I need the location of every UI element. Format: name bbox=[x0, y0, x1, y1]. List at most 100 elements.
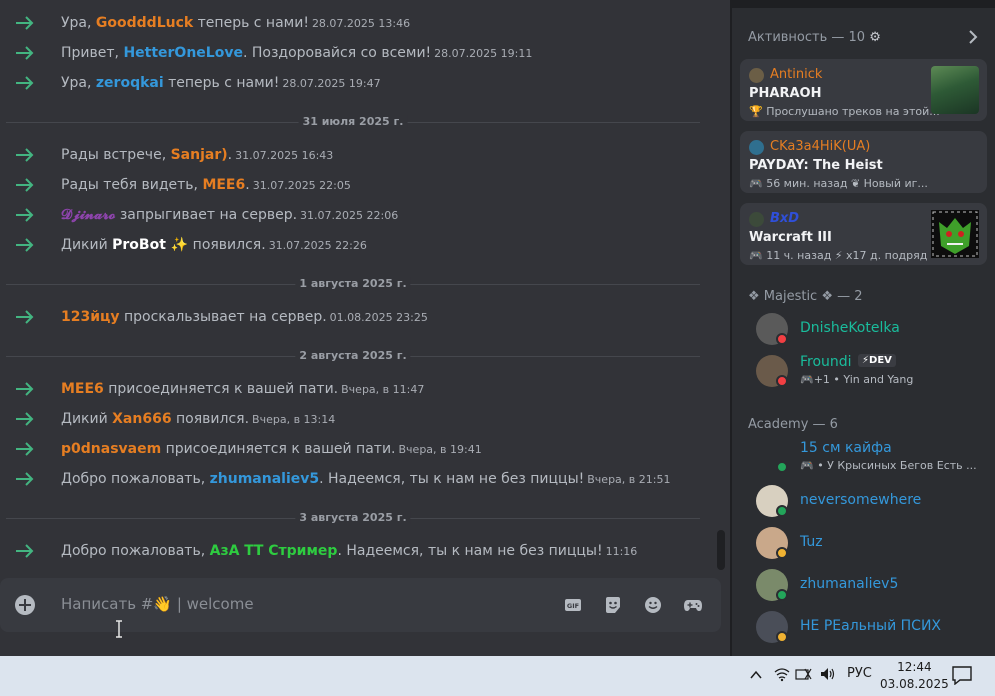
message-row[interactable]: Добро пожаловать, zhumanaliev5. Надеемся… bbox=[0, 468, 710, 490]
message-timestamp[interactable]: Вчера, в 21:51 bbox=[587, 473, 670, 486]
member-name[interactable]: Tuz bbox=[800, 534, 823, 550]
message-row[interactable]: Дикий ProBot ✨ появился. 31.07.2025 22:26 bbox=[0, 234, 710, 256]
join-arrow-icon bbox=[14, 175, 36, 195]
message-timestamp[interactable]: Вчера, в 19:41 bbox=[399, 443, 482, 456]
member-group-label: Academy — 6 bbox=[748, 417, 838, 432]
gamepad-icon[interactable] bbox=[683, 595, 703, 615]
message-row[interactable]: p0dnasvaem присоединяется к вашей пати. В… bbox=[0, 438, 710, 460]
message-username[interactable]: zhumanaliev5 bbox=[210, 471, 320, 487]
member-name[interactable]: Froundi bbox=[800, 354, 852, 370]
sticker-icon[interactable] bbox=[603, 595, 623, 615]
message-username[interactable]: GoodddLuck bbox=[96, 15, 193, 31]
activity-username[interactable]: BxD bbox=[770, 211, 799, 226]
message-timestamp[interactable]: 31.07.2025 22:06 bbox=[300, 209, 398, 222]
member-item[interactable]: 15 см кайфа 🎮 • У Крысиных Бегов Есть ... bbox=[732, 437, 995, 477]
notifications-icon[interactable] bbox=[951, 665, 973, 689]
activity-card[interactable]: CKa3a4HiK(UA) PAYDAY: The Heist 🎮 56 мин. … bbox=[740, 131, 987, 193]
member-item[interactable]: zhumanaliev5 bbox=[732, 565, 995, 605]
member-sidebar: Активность — 10 ⚙ Antinick PHARAOH 🏆 Просл… bbox=[731, 0, 995, 656]
message-username[interactable]: HetterOneLove bbox=[123, 45, 243, 61]
member-name[interactable]: neversomewhere bbox=[800, 492, 921, 508]
message-timestamp[interactable]: 31.07.2025 16:43 bbox=[235, 149, 333, 162]
member-item[interactable]: DnisheKotelka bbox=[732, 309, 995, 349]
activity-game: PHARAOH bbox=[749, 86, 822, 101]
chat-scrollbar[interactable] bbox=[717, 530, 725, 570]
join-arrow-icon bbox=[14, 307, 36, 327]
input-language[interactable]: РУС bbox=[847, 666, 872, 681]
activity-username[interactable]: CKa3a4HiK(UA) bbox=[770, 139, 870, 154]
message-username[interactable]: MEE6 bbox=[61, 381, 104, 397]
attach-plus-icon[interactable] bbox=[15, 595, 35, 615]
message-username[interactable]: Xan666 bbox=[112, 411, 171, 427]
message-username[interactable]: zeroqkai bbox=[96, 75, 164, 91]
member-name[interactable]: DnisheKotelka bbox=[800, 320, 900, 336]
activity-header[interactable]: Активность — 10 ⚙ bbox=[748, 30, 881, 45]
message-text: Ура, GoodddLuck теперь с нами! 28.07.2025… bbox=[61, 15, 410, 31]
gif-icon[interactable]: GIF bbox=[563, 595, 583, 615]
message-timestamp[interactable]: 11:16 bbox=[606, 545, 638, 558]
activity-thumbnail bbox=[931, 66, 979, 114]
member-name[interactable]: 15 см кайфа bbox=[800, 440, 892, 456]
message-username[interactable]: 123йцу bbox=[61, 309, 120, 325]
gear-icon[interactable]: ⚙ bbox=[869, 30, 881, 45]
message-username[interactable]: MEE6 bbox=[202, 177, 245, 193]
message-row[interactable]: MEE6 присоединяется к вашей пати. Вчера, … bbox=[0, 378, 710, 400]
message-composer[interactable]: Написать #👋 | welcome GIF bbox=[0, 578, 721, 632]
message-row[interactable]: Привет, HetterOneLove. Поздоровайся со в… bbox=[0, 42, 710, 64]
member-item[interactable]: НЕ РЕальный ПСИХ bbox=[732, 607, 995, 647]
join-arrow-icon bbox=[14, 469, 36, 489]
chevron-up-icon[interactable] bbox=[749, 668, 763, 686]
message-username[interactable]: Sanjar) bbox=[171, 147, 228, 163]
message-row[interactable]: Ура, GoodddLuck теперь с нами! 28.07.2025… bbox=[0, 12, 710, 34]
volume-icon[interactable] bbox=[819, 666, 837, 686]
message-suffix: . Надеемся, ты к нам не без пиццы! bbox=[319, 471, 585, 487]
message-username[interactable]: p0dnasvaem bbox=[61, 441, 161, 457]
message-username[interactable]: АзА ТТ Стример bbox=[210, 543, 338, 559]
message-username[interactable]: ProBot ✨ bbox=[112, 237, 188, 253]
message-row[interactable]: Добро пожаловать, АзА ТТ Стример. Надеем… bbox=[0, 540, 710, 562]
message-row[interactable]: Ура, zeroqkai теперь с нами! 28.07.2025 1… bbox=[0, 72, 710, 94]
message-username[interactable]: 𝓓𝓳𝓲𝓷𝓪𝓻𝓸 bbox=[61, 207, 115, 223]
activity-username[interactable]: Antinick bbox=[770, 67, 822, 82]
message-row[interactable]: Рады встрече, Sanjar). 31.07.2025 16:43 bbox=[0, 144, 710, 166]
member-item[interactable]: neversomewhere bbox=[732, 481, 995, 521]
join-arrow-icon bbox=[14, 73, 36, 93]
message-text: Рады тебя видеть, MEE6. 31.07.2025 22:05 bbox=[61, 177, 351, 193]
message-timestamp[interactable]: 01.08.2025 23:25 bbox=[330, 311, 428, 324]
wifi-icon[interactable] bbox=[773, 666, 791, 686]
message-row[interactable]: 123йцу проскальзывает на сервер. 01.08.20… bbox=[0, 306, 710, 328]
message-list[interactable]: Ура, GoodddLuck теперь с нами! 28.07.2025… bbox=[0, 0, 715, 570]
activity-card[interactable]: Antinick PHARAOH 🏆 Прослушано треков на эт… bbox=[740, 59, 987, 121]
message-text: Привет, HetterOneLove. Поздоровайся со в… bbox=[61, 45, 532, 61]
message-text: 𝓓𝓳𝓲𝓷𝓪𝓻𝓸 запрыгивает на сервер. 31.07.2025… bbox=[61, 207, 398, 223]
date-divider-label: 2 августа 2025 г. bbox=[295, 349, 411, 362]
message-timestamp[interactable]: 28.07.2025 19:11 bbox=[434, 47, 532, 60]
emoji-icon[interactable] bbox=[643, 595, 663, 615]
message-timestamp[interactable]: 28.07.2025 19:47 bbox=[282, 77, 380, 90]
member-name[interactable]: zhumanaliev5 bbox=[800, 576, 898, 592]
member-item[interactable]: Froundi ⚡DEV 🎮+1 • Yin and Yang bbox=[732, 351, 995, 391]
activity-detail: 🎮 56 мин. назад ❦ Новый иг... bbox=[749, 177, 928, 190]
message-suffix: теперь с нами! bbox=[193, 15, 309, 31]
member-name[interactable]: НЕ РЕальный ПСИХ bbox=[800, 618, 941, 634]
message-row[interactable]: Рады тебя видеть, MEE6. 31.07.2025 22:05 bbox=[0, 174, 710, 196]
message-timestamp[interactable]: 28.07.2025 13:46 bbox=[312, 17, 410, 30]
message-timestamp[interactable]: 31.07.2025 22:26 bbox=[269, 239, 367, 252]
message-row[interactable]: 𝓓𝓳𝓲𝓷𝓪𝓻𝓸 запрыгивает на сервер. 31.07.2025… bbox=[0, 204, 710, 226]
message-prefix: Дикий bbox=[61, 237, 113, 253]
message-timestamp[interactable]: Вчера, в 13:14 bbox=[252, 413, 335, 426]
message-row[interactable]: Дикий Xan666 появился. Вчера, в 13:14 bbox=[0, 408, 710, 430]
message-input[interactable]: Написать #👋 | welcome bbox=[61, 595, 254, 613]
chevron-right-icon[interactable] bbox=[966, 28, 980, 46]
activity-game: Warcraft III bbox=[749, 230, 832, 245]
clock-time: 12:44 bbox=[897, 660, 932, 674]
message-prefix: Рады тебя видеть, bbox=[61, 177, 203, 193]
activity-card[interactable]: BxD Warcraft III 🎮 11 ч. назад ⚡ x17 д. по… bbox=[740, 203, 987, 265]
member-item[interactable]: Tuz bbox=[732, 523, 995, 563]
message-timestamp[interactable]: 31.07.2025 22:05 bbox=[253, 179, 351, 192]
message-prefix: Ура, bbox=[61, 15, 96, 31]
network-icon[interactable] bbox=[795, 666, 813, 686]
clock[interactable]: 12:44 03.08.2025 bbox=[880, 659, 949, 693]
join-arrow-icon bbox=[14, 439, 36, 459]
message-timestamp[interactable]: Вчера, в 11:47 bbox=[341, 383, 424, 396]
